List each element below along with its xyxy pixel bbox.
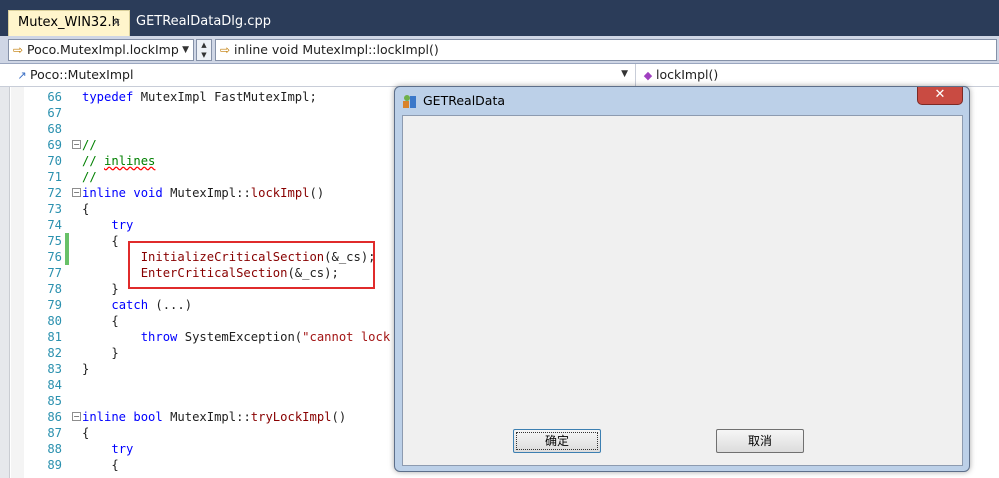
line-number: 71	[47, 170, 62, 184]
line-number: 85	[47, 394, 62, 408]
code-text: {	[82, 426, 90, 440]
dialog-close-button[interactable]: ✕	[917, 87, 963, 105]
arrow-right-icon: ⇨	[219, 43, 231, 57]
code-text: throw SystemException("cannot lock mu	[140, 330, 413, 344]
code-text: try	[111, 218, 134, 232]
code-text: try	[111, 442, 134, 456]
line-number: 86	[47, 410, 62, 424]
scope-dropdown[interactable]: ⇨ Poco.MutexImpl.lockImp ▼	[8, 39, 194, 61]
line-number: 82	[47, 346, 62, 360]
line-number: 80	[47, 314, 62, 328]
line-number: 89	[47, 458, 62, 472]
code-text: }	[82, 346, 119, 360]
fold-toggle-icon[interactable]: −	[72, 140, 81, 149]
code-text: {	[82, 458, 119, 472]
tab-getrealdatadlg-cpp[interactable]: GETRealDataDlg.cpp	[134, 10, 274, 36]
line-number: 66	[47, 90, 62, 104]
ok-button[interactable]: 确定	[513, 429, 601, 453]
navigation-bar: ⇨ Poco.MutexImpl.lockImp ▼ ▲ ▼ ⇨ inline voi…	[0, 36, 999, 64]
line-number: 84	[47, 378, 62, 392]
combo-separator	[635, 64, 636, 86]
line-number: 68	[47, 122, 62, 136]
tab-label: Mutex_WIN32.h	[18, 15, 120, 30]
scope-dropdown-value: Poco.MutexImpl.lockImp	[27, 42, 179, 57]
change-indicator	[65, 233, 69, 249]
line-number: 87	[47, 426, 62, 440]
line-number: 88	[47, 442, 62, 456]
highlight-annotation-box	[128, 241, 375, 289]
chevron-down-icon: ▼	[621, 69, 628, 79]
tab-label: GETRealDataDlg.cpp	[136, 14, 271, 29]
code-text: }	[82, 362, 90, 376]
code-text: //	[82, 170, 97, 184]
line-number: 83	[47, 362, 62, 376]
line-number: 74	[47, 218, 62, 232]
class-dropdown[interactable]: ↗ Poco::MutexImpl ▼	[14, 64, 634, 86]
app-icon	[403, 95, 416, 108]
document-tab-bar: Mutex_WIN32.h ✕ GETRealDataDlg.cpp	[0, 0, 999, 36]
code-text: inline void MutexImpl::lockImpl()	[82, 186, 325, 200]
code-text: }	[82, 282, 119, 296]
tab-mutex-win32-h[interactable]: Mutex_WIN32.h ✕	[8, 10, 130, 36]
code-text: {	[82, 314, 119, 328]
member-dropdown-value: lockImpl()	[656, 67, 719, 82]
line-number: 67	[47, 106, 62, 120]
close-icon: ✕	[934, 87, 946, 102]
code-text: {	[82, 202, 90, 216]
cancel-button[interactable]: 取消	[716, 429, 804, 453]
close-tab-icon[interactable]: ✕	[112, 11, 121, 35]
dialog-title: GETRealData	[423, 93, 506, 108]
line-number: 78	[47, 282, 62, 296]
code-text: typedef MutexImpl FastMutexImpl;	[82, 90, 317, 104]
member-dropdown[interactable]: ◆ lockImpl()	[640, 64, 998, 86]
code-text: inline bool MutexImpl::tryLockImpl()	[82, 410, 347, 424]
dialog-client-area: 确定 取消	[402, 115, 963, 466]
fold-toggle-icon[interactable]: −	[72, 188, 81, 197]
class-icon: ↗	[17, 69, 27, 82]
function-dropdown-value: inline void MutexImpl::lockImpl()	[234, 42, 439, 57]
scope-spinner[interactable]: ▲ ▼	[196, 39, 212, 61]
code-text: //	[82, 138, 97, 152]
getrealdata-dialog: GETRealData ✕ 确定 取消	[394, 86, 970, 472]
change-indicator	[65, 249, 69, 265]
line-number: 77	[47, 266, 62, 280]
line-number: 69	[47, 138, 62, 152]
code-text: {	[82, 234, 119, 248]
line-number: 81	[47, 330, 62, 344]
function-dropdown[interactable]: ⇨ inline void MutexImpl::lockImpl()	[215, 39, 997, 61]
class-member-bar: ↗ Poco::MutexImpl ▼ ◆ lockImpl()	[0, 64, 999, 87]
chevron-down-icon: ▼	[182, 45, 189, 55]
line-number: 79	[47, 298, 62, 312]
arrow-right-icon: ⇨	[12, 43, 24, 57]
line-number: 72	[47, 186, 62, 200]
line-number: 70	[47, 154, 62, 168]
code-text: // inlines	[82, 154, 156, 168]
fold-toggle-icon[interactable]: −	[72, 412, 81, 421]
line-number: 76	[47, 250, 62, 264]
line-number: 75	[47, 234, 62, 248]
method-icon: ◆	[643, 69, 653, 82]
class-dropdown-value: Poco::MutexImpl	[30, 67, 134, 82]
code-text: catch (...)	[111, 298, 193, 312]
line-number: 73	[47, 202, 62, 216]
